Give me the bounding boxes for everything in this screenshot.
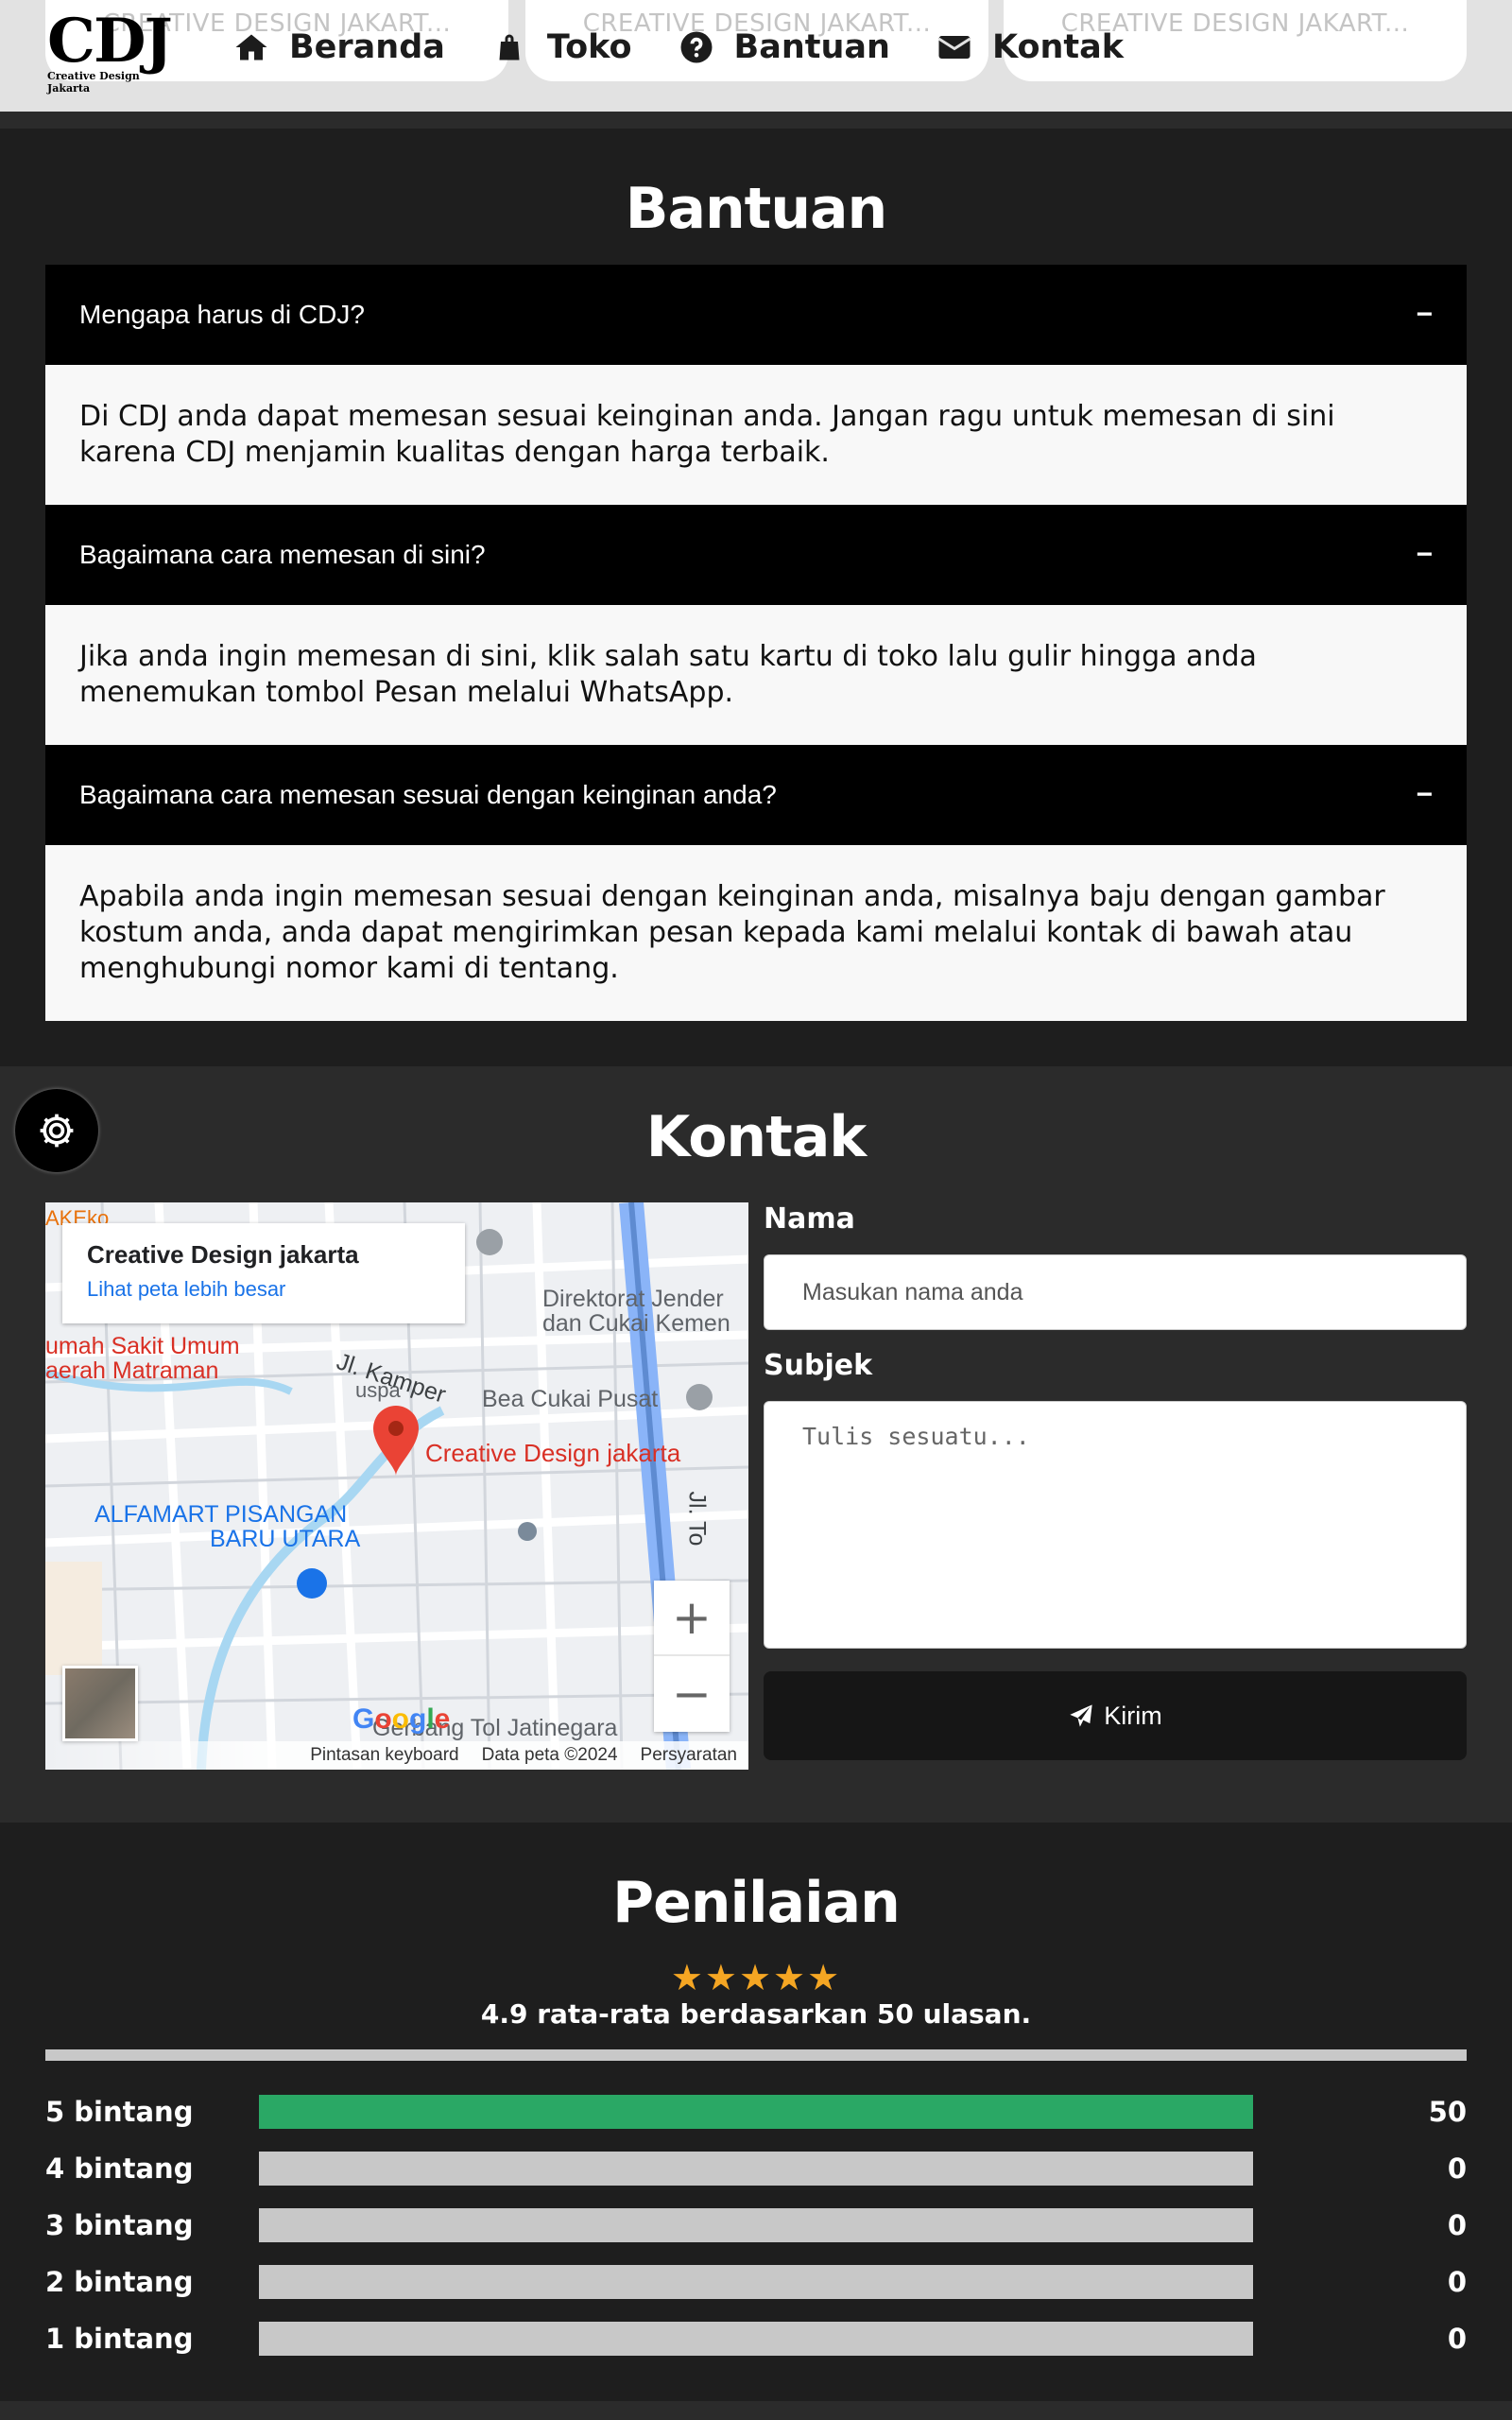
map-label: BARU UTARA xyxy=(210,1526,361,1552)
nav-label: Toko xyxy=(546,28,632,66)
logo-text: CDJ xyxy=(47,6,173,77)
zoom-in-button[interactable]: + xyxy=(654,1581,730,1656)
divider xyxy=(45,2049,1467,2061)
rating-bar-row: 4 bintang 0 xyxy=(45,2150,1467,2187)
home-icon xyxy=(235,34,267,60)
map-zoom-controls: + − xyxy=(654,1581,730,1732)
nav-label: Bantuan xyxy=(733,28,890,66)
nav-kontak[interactable]: Kontak xyxy=(937,28,1124,66)
contact-form: Nama Masukan nama anda Subjek Tulis sesu… xyxy=(764,1202,1467,1760)
faq-question-text: Bagaimana cara memesan di sini? xyxy=(79,540,486,569)
star-rating: ★★★★★ xyxy=(670,1957,842,1998)
map-pin-label[interactable]: Creative Design jakarta xyxy=(425,1439,680,1468)
subject-label: Subjek xyxy=(764,1349,873,1382)
faq-list: Mengapa harus di CDJ? − Di CDJ anda dapa… xyxy=(45,265,1467,1021)
map-label: umah Sakit Umum xyxy=(45,1333,240,1359)
zoom-out-button[interactable]: − xyxy=(654,1656,730,1732)
rating-bar-count: 0 xyxy=(1447,2152,1467,2185)
rating-bar-row: 1 bintang 0 xyxy=(45,2320,1467,2358)
rating-bar-count: 50 xyxy=(1428,2096,1467,2128)
subject-textarea[interactable]: Tulis sesuatu... xyxy=(764,1401,1467,1649)
map-place-card: Creative Design jakarta Lihat peta lebih… xyxy=(62,1223,465,1323)
faq-section: Bantuan Mengapa harus di CDJ? − Di CDJ a… xyxy=(0,129,1512,1066)
rating-section: Penilaian ★★★★★ 4.9 rata-rata berdasarka… xyxy=(0,1823,1512,2401)
contact-title: Kontak xyxy=(645,1104,867,1170)
collapse-icon[interactable]: − xyxy=(1416,299,1433,331)
faq-question[interactable]: Bagaimana cara memesan sesuai dengan kei… xyxy=(45,745,1467,845)
map-place-name: Creative Design jakarta xyxy=(87,1240,359,1269)
send-button-label: Kirim xyxy=(1104,1701,1162,1730)
map-label: Jl. To xyxy=(683,1491,711,1547)
google-logo: Google xyxy=(352,1703,451,1735)
envelope-icon xyxy=(937,36,971,59)
faq-answer: Apabila anda ingin memesan sesuai dengan… xyxy=(45,845,1467,1021)
question-circle-icon xyxy=(680,31,713,63)
rating-bar-row: 5 bintang 50 xyxy=(45,2093,1467,2131)
contact-section: Kontak AKEko uspa Direktorat Jender dan … xyxy=(0,1066,1512,1823)
map-label: Direktorat Jender xyxy=(542,1286,724,1312)
map-label: dan Cukai Kemen xyxy=(542,1310,730,1337)
nav-toko[interactable]: Toko xyxy=(492,28,632,66)
faq-question-text: Bagaimana cara memesan sesuai dengan kei… xyxy=(79,780,777,809)
main-nav: Beranda Toko Bantuan Kontak xyxy=(234,28,1171,66)
rating-bar-label: 4 bintang xyxy=(45,2152,194,2185)
site-logo[interactable]: CDJ Creative Design Jakarta xyxy=(47,6,184,95)
rating-bar-label: 1 bintang xyxy=(45,2323,194,2355)
rating-summary: 4.9 rata-rata berdasarkan 50 ulasan. xyxy=(480,1998,1032,2030)
nav-beranda[interactable]: Beranda xyxy=(234,28,445,66)
name-label: Nama xyxy=(764,1202,855,1236)
name-input[interactable]: Masukan nama anda xyxy=(764,1254,1467,1330)
top-strip: CREATIVE DESIGN JAKART... CREATIVE DESIG… xyxy=(0,0,1512,112)
rating-title: Penilaian xyxy=(612,1870,901,1936)
map-data-credit: Data peta ©2024 xyxy=(481,1745,618,1765)
rating-bar-count: 0 xyxy=(1447,2323,1467,2355)
collapse-icon[interactable]: − xyxy=(1416,779,1433,811)
rating-bar-track xyxy=(259,2208,1253,2242)
nav-label: Kontak xyxy=(991,28,1125,66)
shopping-bag-icon xyxy=(499,34,520,60)
rating-bar-fill xyxy=(259,2095,1253,2129)
faq-question[interactable]: Bagaimana cara memesan di sini? − xyxy=(45,505,1467,605)
faq-question[interactable]: Mengapa harus di CDJ? − xyxy=(45,265,1467,365)
larger-map-link[interactable]: Lihat peta lebih besar xyxy=(87,1277,440,1302)
rating-bar-count: 0 xyxy=(1447,2266,1467,2298)
nav-bantuan[interactable]: Bantuan xyxy=(679,28,890,66)
rating-bar-track xyxy=(259,2095,1253,2129)
terms-link[interactable]: Persyaratan xyxy=(641,1745,737,1766)
faq-answer: Jika anda ingin memesan di sini, klik sa… xyxy=(45,605,1467,745)
rating-bar-label: 5 bintang xyxy=(45,2096,194,2128)
rating-bar-track xyxy=(259,2152,1253,2186)
paper-plane-icon xyxy=(1070,1704,1092,1727)
keyboard-shortcuts-link[interactable]: Pintasan keyboard xyxy=(310,1745,458,1766)
rating-bar-track xyxy=(259,2265,1253,2299)
rating-bar-row: 3 bintang 0 xyxy=(45,2206,1467,2244)
faq-question-text: Mengapa harus di CDJ? xyxy=(79,300,365,329)
faq-title: Bantuan xyxy=(625,176,888,242)
faq-answer: Di CDJ anda dapat memesan sesuai keingin… xyxy=(45,365,1467,505)
collapse-icon[interactable]: − xyxy=(1416,539,1433,571)
map-label: Bea Cukai Pusat xyxy=(482,1386,659,1412)
map-label: ALFAMART PISANGAN xyxy=(94,1501,348,1528)
send-button[interactable]: Kirim xyxy=(764,1671,1467,1760)
rating-bar-row: 2 bintang 0 xyxy=(45,2263,1467,2301)
rating-bar-label: 2 bintang xyxy=(45,2266,194,2298)
rating-bar-count: 0 xyxy=(1447,2209,1467,2241)
nav-label: Beranda xyxy=(289,28,445,66)
rating-bar-track xyxy=(259,2322,1253,2356)
rating-bar-label: 3 bintang xyxy=(45,2209,194,2241)
google-map[interactable]: AKEko uspa Direktorat Jender dan Cukai K… xyxy=(45,1202,748,1770)
map-label: aerah Matraman xyxy=(45,1357,219,1384)
map-footer: Pintasan keyboard Data peta ©2024 Persya… xyxy=(45,1741,748,1770)
satellite-toggle[interactable] xyxy=(62,1666,138,1741)
